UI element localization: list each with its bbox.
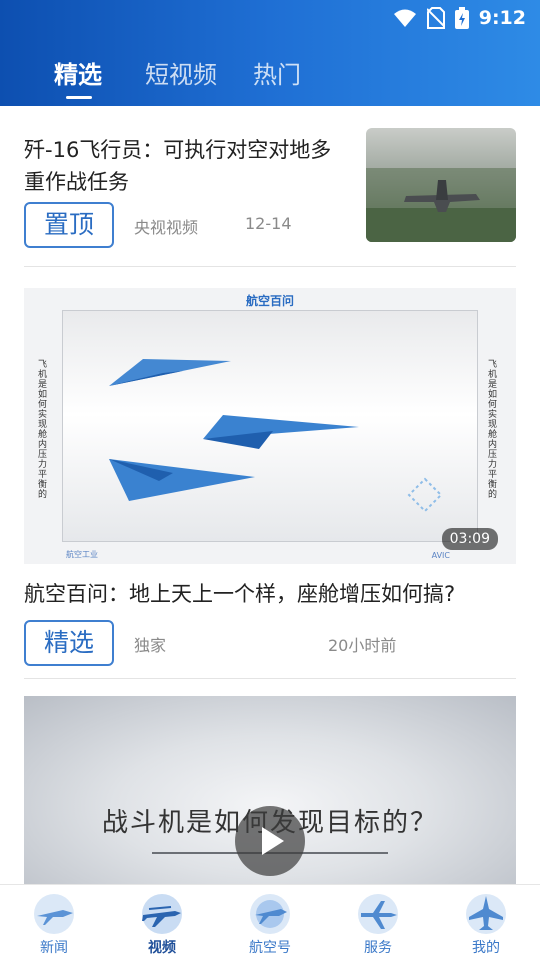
tab-indicator (66, 96, 92, 99)
plane-globe-icon (250, 894, 290, 934)
nav-news[interactable]: 新闻 (0, 885, 108, 960)
clock: 9:12 (478, 7, 526, 29)
bottom-navigation: 新闻 视频 航空号 服务 我的 (0, 884, 540, 960)
video-footer-left: 航空工业 (66, 550, 98, 559)
nav-profile[interactable]: 我的 (432, 885, 540, 960)
video-footer-right: AVIC (431, 551, 450, 560)
nav-label: 航空号 (249, 940, 291, 956)
video-frame (62, 310, 478, 542)
airliner-icon (358, 894, 398, 934)
tab-hot[interactable]: 热门 (253, 55, 301, 90)
airliner-icon (142, 894, 182, 934)
video-feed[interactable]: 歼-16飞行员：可执行对空对地多重作战任务 置顶 央视视频 12-14 航空百问… (0, 106, 540, 884)
video-duration: 03:09 (441, 528, 498, 550)
article-source: 独家 (134, 636, 167, 655)
tab-short-video[interactable]: 短视频 (145, 55, 217, 90)
nav-label: 服务 (364, 940, 392, 956)
divider (24, 678, 516, 679)
video-banner-title: 航空百问 (245, 294, 294, 308)
article-thumbnail[interactable] (366, 128, 516, 242)
featured-tag: 精选 (24, 620, 114, 666)
video-side-caption-right: 飞机是如何实现舱内压力平衡的 (488, 360, 498, 500)
video-player[interactable]: 航空百问 飞机是如何实现舱内压力平衡的 飞机是如何实现舱内压力平衡的 航空工业 … (24, 288, 516, 564)
no-sim-icon (426, 7, 445, 29)
article-date: 20小时前 (328, 636, 397, 655)
divider (24, 266, 516, 267)
video-player[interactable]: 战斗机是如何发现目标的？ (24, 696, 516, 884)
battery-charging-icon (454, 7, 469, 29)
nav-video[interactable]: 视频 (108, 885, 216, 960)
top-tabs: 精选 短视频 热门 (0, 52, 540, 102)
fighter-jet-icon (34, 894, 74, 934)
fighter-jet-icon (466, 894, 506, 934)
pinned-tag: 置顶 (24, 202, 114, 248)
video-side-caption-left: 飞机是如何实现舱内压力平衡的 (38, 360, 48, 500)
tab-featured[interactable]: 精选 (54, 55, 102, 90)
nav-label: 新闻 (40, 940, 68, 956)
article-title[interactable]: 航空百问：地上天上一个样，座舱增压如何搞? (24, 578, 455, 608)
app-header: 9:12 精选 短视频 热门 (0, 0, 540, 106)
nav-services[interactable]: 服务 (324, 885, 432, 960)
nav-aviation-account[interactable]: 航空号 (216, 885, 324, 960)
article-date: 12-14 (245, 214, 292, 233)
article-card[interactable]: 歼-16飞行员：可执行对空对地多重作战任务 置顶 央视视频 12-14 (24, 128, 516, 268)
status-bar: 9:12 (0, 0, 540, 36)
nav-label: 我的 (472, 940, 500, 956)
play-button[interactable] (235, 806, 305, 876)
article-source: 央视视频 (134, 218, 199, 237)
wifi-icon (393, 9, 416, 27)
paper-planes-illustration (109, 359, 443, 513)
nav-label: 视频 (148, 940, 176, 956)
article-title[interactable]: 歼-16飞行员：可执行对空对地多重作战任务 (24, 134, 344, 198)
